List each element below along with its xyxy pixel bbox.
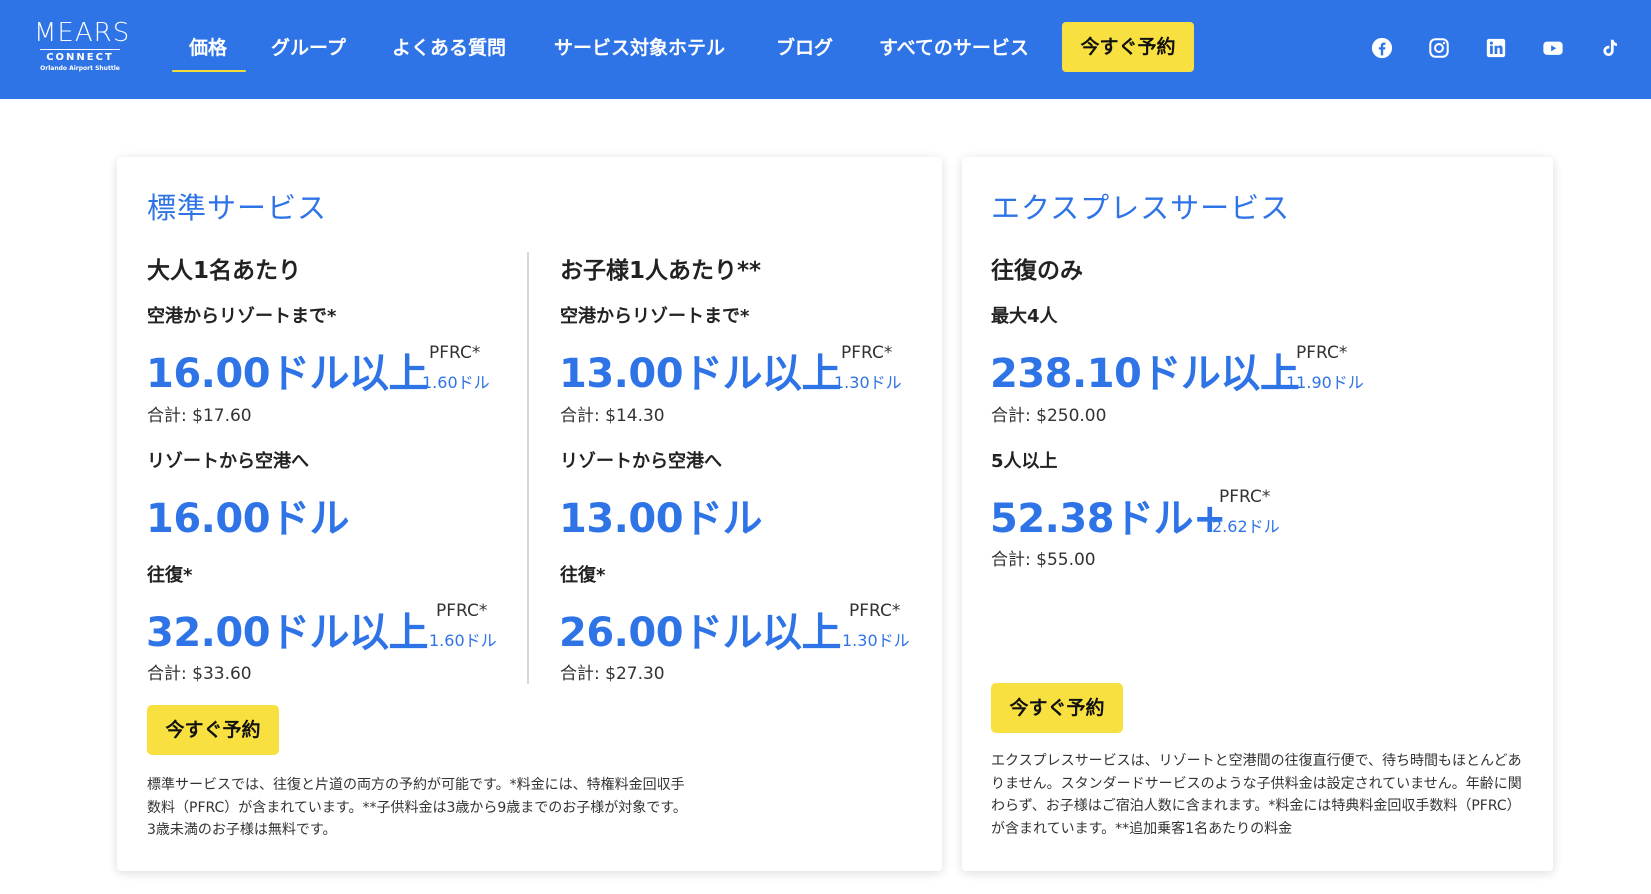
youtube-icon[interactable]	[1542, 37, 1564, 59]
child-to-airport-label: リゾートから空港へ	[560, 451, 722, 472]
express-service-title: エクスプレスサービス	[991, 191, 1291, 225]
adult-round-trip-pfrc-label: PFRC*	[436, 601, 488, 621]
express-five-plus-price: 52.38ドル+	[990, 496, 1227, 542]
instagram-icon[interactable]	[1428, 37, 1450, 59]
express-up-to-4-pfrc-label: PFRC*	[1296, 343, 1348, 363]
child-round-trip-price: 26.00ドル以上	[559, 610, 842, 656]
site-header: MEARS CONNECT Orlando Airport Shuttle 価格…	[0, 0, 1651, 99]
adult-round-trip-label: 往復*	[147, 565, 193, 586]
express-five-plus-pfrc-label: PFRC*	[1219, 487, 1271, 507]
logo-tagline: Orlando Airport Shuttle	[40, 65, 120, 72]
tiktok-icon[interactable]	[1599, 37, 1621, 59]
express-five-plus-pfrc: 2.62ドル	[1212, 517, 1280, 536]
logo[interactable]: MEARS CONNECT Orlando Airport Shuttle	[34, 18, 131, 79]
standard-book-now-button[interactable]: 今すぐ予約	[147, 705, 279, 755]
column-divider	[527, 252, 529, 684]
standard-service-card: 標準サービス 大人1名あたり 空港からリゾートまで* 16.00ドル以上 PFR…	[117, 157, 942, 871]
express-five-plus-label: 5人以上	[991, 451, 1058, 472]
adult-round-trip-price: 32.00ドル以上	[146, 610, 429, 656]
linkedin-icon[interactable]	[1485, 37, 1507, 59]
adult-to-airport-price: 16.00ドル	[146, 496, 350, 542]
child-to-resort-label: 空港からリゾートまで*	[560, 306, 750, 327]
child-to-resort-pfrc-label: PFRC*	[841, 343, 893, 363]
child-to-resort-total: 合計: $14.30	[560, 406, 665, 426]
child-heading: お子様1人あたり**	[560, 258, 762, 284]
adult-heading: 大人1名あたり	[147, 258, 302, 284]
child-round-trip-pfrc: 1.30ドル	[842, 631, 910, 650]
nav-active-indicator	[172, 70, 246, 72]
facebook-icon[interactable]	[1371, 37, 1393, 59]
express-up-to-4-total: 合計: $250.00	[991, 406, 1107, 426]
express-up-to-4-pfrc: 11.90ドル	[1286, 373, 1364, 392]
child-round-trip-total: 合計: $27.30	[560, 664, 665, 684]
child-round-trip-pfrc-label: PFRC*	[849, 601, 901, 621]
express-up-to-4-price: 238.10ドル以上	[990, 351, 1300, 397]
standard-service-note: 標準サービスでは、往復と片道の両方の予約が可能です。*料金には、特権料金回収手数…	[147, 777, 687, 838]
child-to-resort-price: 13.00ドル以上	[559, 351, 842, 397]
express-service-note: エクスプレスサービスは、リゾートと空港間の往復直行便で、待ち時間もほとんどありま…	[991, 753, 1522, 837]
child-to-resort-pfrc: 1.30ドル	[834, 373, 902, 392]
express-service-card: エクスプレスサービス 往復のみ 最大4人 238.10ドル以上 PFRC* 11…	[962, 157, 1553, 871]
logo-wordmark: MEARS	[34, 18, 131, 48]
nav-item-faq[interactable]: よくある質問	[392, 30, 506, 66]
nav-item-all-services[interactable]: すべてのサービス	[879, 30, 1029, 66]
adult-to-resort-pfrc-label: PFRC*	[429, 343, 481, 363]
logo-divider	[40, 49, 120, 50]
nav-item-groups[interactable]: グループ	[271, 30, 346, 66]
adult-to-airport-label: リゾートから空港へ	[147, 451, 309, 472]
adult-to-resort-price: 16.00ドル以上	[146, 351, 429, 397]
nav-item-blog[interactable]: ブログ	[776, 30, 833, 66]
child-round-trip-label: 往復*	[560, 565, 606, 586]
nav-item-pricing[interactable]: 価格	[189, 30, 227, 66]
standard-service-title: 標準サービス	[147, 191, 328, 225]
adult-to-resort-pfrc: 1.60ドル	[422, 373, 490, 392]
express-round-trip-heading: 往復のみ	[991, 258, 1083, 284]
logo-sub: CONNECT	[46, 52, 114, 63]
child-to-airport-price: 13.00ドル	[559, 496, 763, 542]
adult-to-resort-label: 空港からリゾートまで*	[147, 306, 337, 327]
express-five-plus-total: 合計: $55.00	[991, 550, 1096, 570]
header-book-now-button[interactable]: 今すぐ予約	[1062, 22, 1194, 72]
adult-to-resort-total: 合計: $17.60	[147, 406, 252, 426]
nav-item-hotels[interactable]: サービス対象ホテル	[554, 30, 725, 66]
express-up-to-4-label: 最大4人	[991, 306, 1058, 327]
express-book-now-button[interactable]: 今すぐ予約	[991, 683, 1123, 733]
adult-round-trip-total: 合計: $33.60	[147, 664, 252, 684]
adult-round-trip-pfrc: 1.60ドル	[429, 631, 497, 650]
